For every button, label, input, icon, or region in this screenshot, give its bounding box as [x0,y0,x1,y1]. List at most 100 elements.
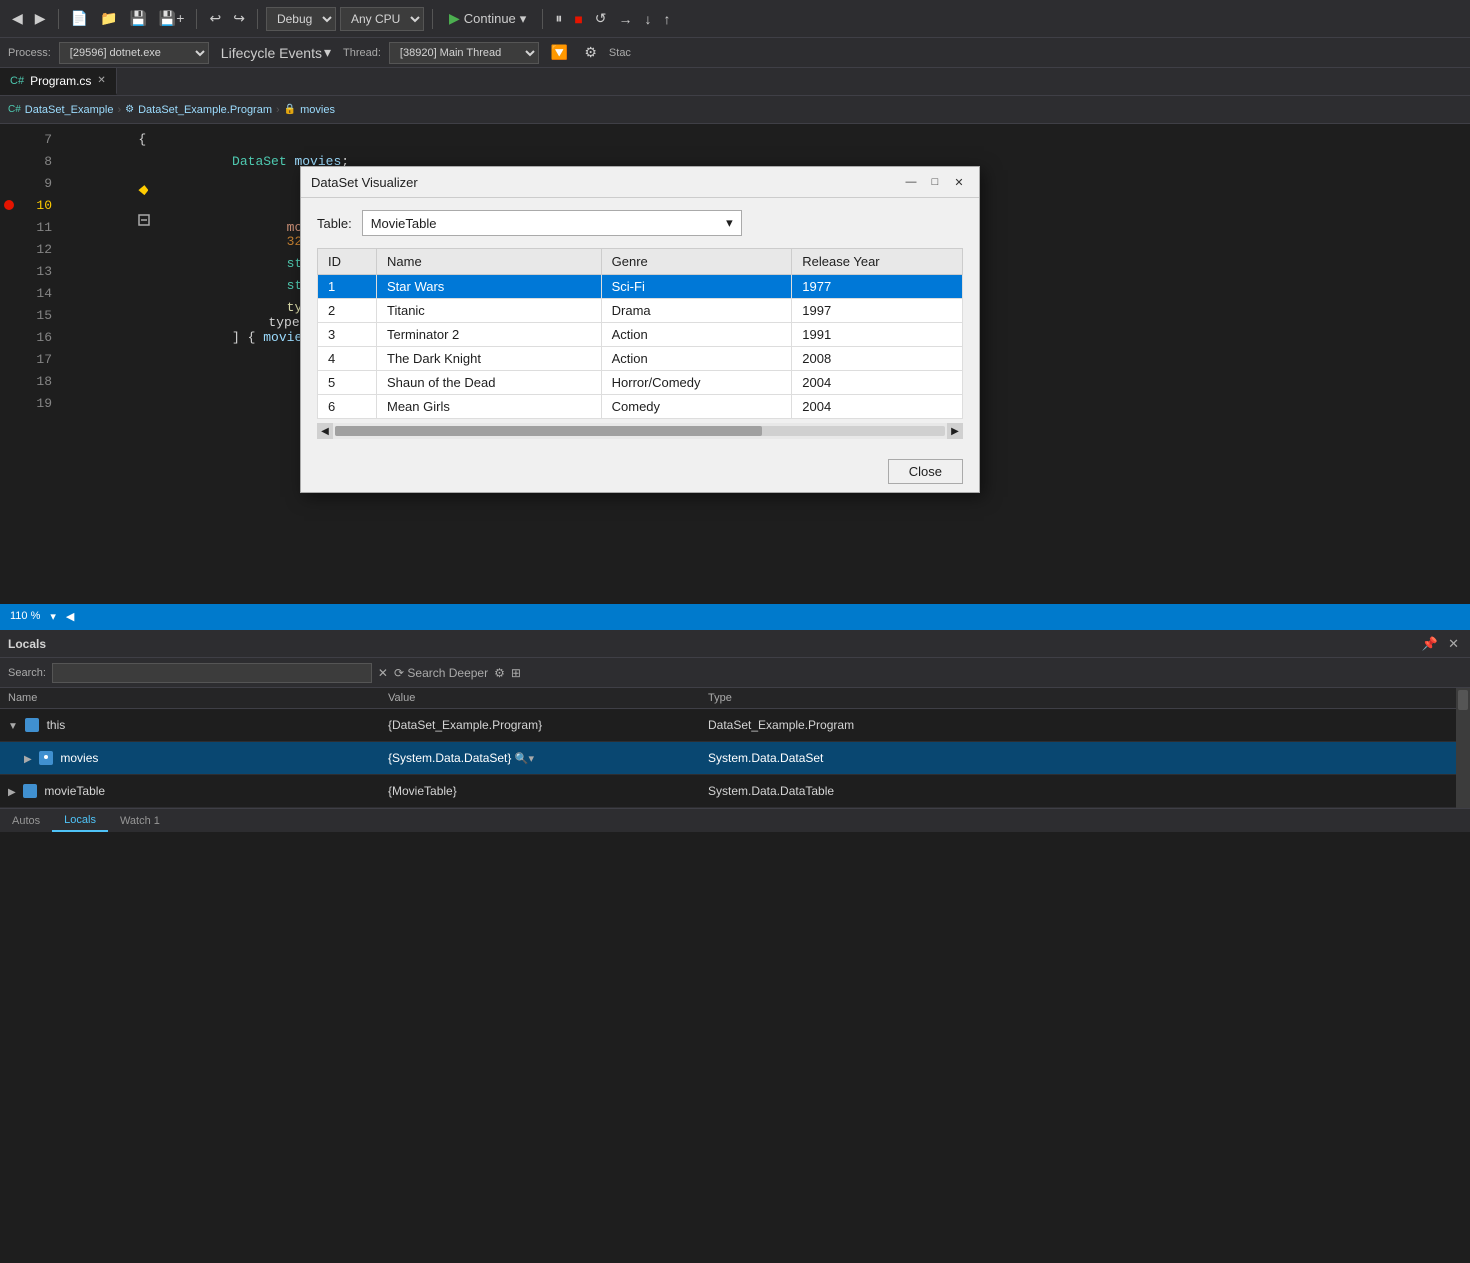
dialog-body: Table: MovieTable ▾ ID Name Genre Releas… [301,198,979,451]
bottom-tab-autos[interactable]: Autos [0,809,52,832]
expand-arrow-2[interactable]: ▶ [8,787,16,798]
col-id: ID [318,249,377,275]
open-button[interactable]: 📁 [96,8,121,29]
expand-arrow-1[interactable]: ▶ [24,754,32,765]
data-table-row-3[interactable]: 3 Terminator 2 Action 1991 [318,323,963,347]
dialog-footer: Close [301,451,979,492]
data-table-row-4[interactable]: 4 The Dark Knight Action 2008 [318,347,963,371]
line-number-14: 14 [18,286,68,301]
line-number-10: 10 [18,198,68,213]
forward-button[interactable]: ▶ [31,8,50,29]
scrollbar-track[interactable] [335,426,945,436]
breadcrumb-item-3[interactable]: 🔒 movies [284,104,335,116]
redo-button[interactable]: ↪ [229,8,249,29]
line-number-16: 16 [18,330,68,345]
search-deeper-label: Search Deeper [407,666,488,680]
scrollbar-thumb [335,426,762,436]
locals-table-container: Name Value Type ▼ this {DataSet_Example.… [0,688,1470,808]
stop-button[interactable]: ■ [570,9,586,29]
locals-row-3[interactable]: ▶ movieTable {MovieTable} System.Data.Da… [0,775,1456,808]
tab-label: Program.cs [30,74,91,88]
cell-year: 1997 [792,299,963,323]
data-table-row-1[interactable]: 1 Star Wars Sci-Fi 1977 [318,275,963,299]
scrollbar-left-arrow[interactable]: ◀ [317,423,333,439]
locals-cell-name-2: ▶ movieTable [0,775,380,808]
bottom-tab-locals[interactable]: Locals [52,809,108,832]
locals-row-1[interactable]: ▼ this {DataSet_Example.Program} DataSet… [0,709,1456,742]
search-settings-button[interactable]: ⚙ [494,666,505,680]
cell-genre: Action [601,323,792,347]
save-button[interactable]: 💾 [125,8,150,29]
locals-cell-name-1: ▶ movies [0,742,380,775]
cell-genre: Action [601,347,792,371]
continue-button[interactable]: ▶ Continue ▾ [441,8,534,29]
search-deeper-button[interactable]: ⟳ Search Deeper [394,666,488,680]
line-number-19: 19 [18,396,68,411]
dialog-close-button[interactable]: ✕ [949,173,969,191]
dialog-minimize-button[interactable]: — [901,173,921,191]
dataset-visualizer-dialog: DataSet Visualizer — □ ✕ Table: MovieTab… [300,166,980,493]
locals-cell-name-0: ▼ this [0,709,380,742]
locals-close-button[interactable]: ✕ [1445,636,1462,652]
magnify-button-1[interactable]: 🔍▾ [515,752,534,765]
data-table-row-2[interactable]: 2 Titanic Drama 1997 [318,299,963,323]
locals-header: Locals 📌 ✕ [0,630,1470,658]
breakpoint-area-10 [0,200,18,210]
locals-cell-type-0: DataSet_Example.Program [700,709,1456,742]
cell-genre: Drama [601,299,792,323]
scrollbar-right-arrow[interactable]: ▶ [947,423,963,439]
bottom-tab-watch-1[interactable]: Watch 1 [108,809,172,832]
filter-button[interactable]: 🔽 [547,42,572,63]
filter-settings-button[interactable]: ⚙ [580,42,601,63]
cell-year: 1991 [792,323,963,347]
step-out-button[interactable]: ↑ [660,9,675,29]
cell-genre: Horror/Comedy [601,371,792,395]
scroll-left-arrow[interactable]: ◀ [66,610,74,623]
new-file-button[interactable]: 📄 [67,8,92,29]
cell-year: 1977 [792,275,963,299]
table-dropdown[interactable]: MovieTable ▾ [362,210,742,236]
line-number-13: 13 [18,264,68,279]
locals-row-2[interactable]: ▶ movies {System.Data.DataSet} 🔍▾ System… [0,742,1456,775]
tab-program-cs[interactable]: C# Program.cs ✕ [0,68,117,95]
lifecycle-events-button[interactable]: Lifecycle Events ▾ [217,42,335,63]
step-into-button[interactable]: ↓ [641,9,656,29]
tab-close-button[interactable]: ✕ [97,75,105,86]
search-clear-button[interactable]: ✕ [378,666,388,680]
data-table-row-6[interactable]: 6 Mean Girls Comedy 2004 [318,395,963,419]
locals-pin-button[interactable]: 📌 [1419,636,1441,652]
dialog-titlebar: DataSet Visualizer — □ ✕ [301,167,979,198]
cell-id: 5 [318,371,377,395]
expand-arrow-0[interactable]: ▼ [8,721,18,732]
save-all-button[interactable]: 💾+ [155,8,189,29]
restart-button[interactable]: ↺ [591,8,611,29]
cell-id: 2 [318,299,377,323]
cell-year: 2008 [792,347,963,371]
back-button[interactable]: ◀ [8,8,27,29]
process-label: Process: [8,47,51,59]
breadcrumb-item-2[interactable]: ⚙ DataSet_Example.Program [125,104,272,116]
locals-type-1: System.Data.DataSet [708,751,823,765]
cell-name: Titanic [377,299,602,323]
pause-button[interactable]: ⏸ [551,8,566,29]
process-dropdown[interactable]: [29596] dotnet.exe [59,42,209,64]
dialog-maximize-button[interactable]: □ [925,173,945,191]
thread-dropdown[interactable]: [38920] Main Thread [389,42,539,64]
code-editor[interactable]: 7 { 8 DataSet movies; 9 10 [0,124,1470,604]
close-dialog-button[interactable]: Close [888,459,963,484]
data-table-row-5[interactable]: 5 Shaun of the Dead Horror/Comedy 2004 [318,371,963,395]
cell-id: 1 [318,275,377,299]
stac-label: Stac [609,47,631,59]
step-over-button[interactable]: → [615,9,637,29]
cell-name: Mean Girls [377,395,602,419]
cpu-config-dropdown[interactable]: Any CPU [340,7,424,31]
breadcrumb-label-2: DataSet_Example.Program [138,104,272,116]
search-columns-button[interactable]: ⊞ [511,666,521,680]
locals-value-0: {DataSet_Example.Program} [388,718,542,732]
locals-scrollbar[interactable] [1456,688,1470,808]
breadcrumb-item-1[interactable]: C# DataSet_Example [8,104,113,116]
cell-name: The Dark Knight [377,347,602,371]
debug-config-dropdown[interactable]: Debug [266,7,336,31]
undo-button[interactable]: ↩ [205,8,225,29]
search-input[interactable] [52,663,372,683]
